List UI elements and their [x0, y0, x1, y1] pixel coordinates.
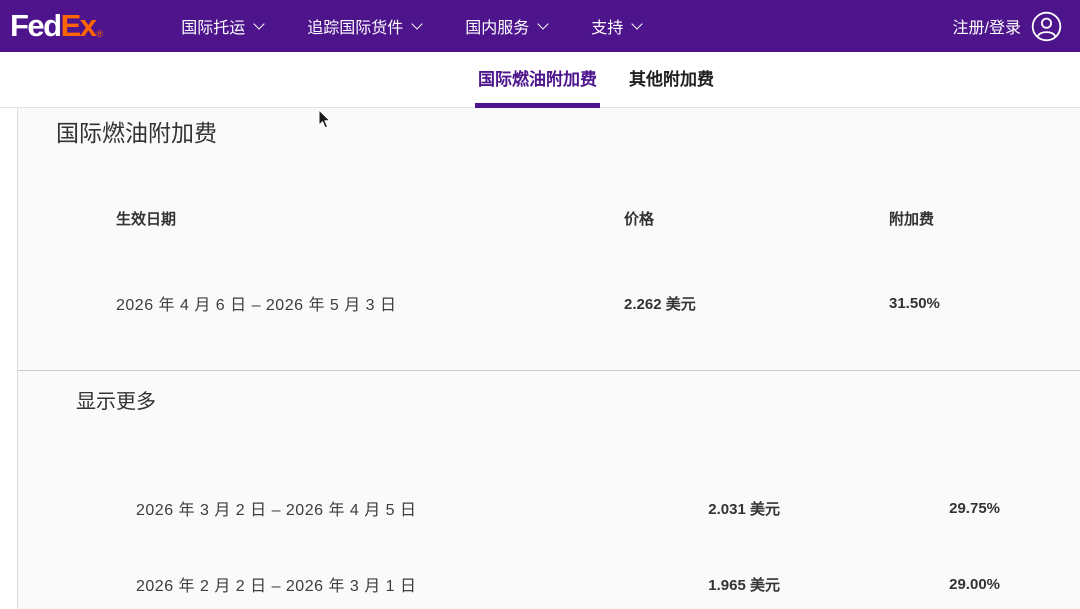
effective-date-value: 2026 年 3 月 2 日 – 2026 年 4 月 5 日: [136, 496, 560, 520]
column-header-price: 价格: [624, 208, 889, 229]
nav-item-label: 国际托运: [181, 14, 245, 38]
page-title: 国际燃油附加费: [56, 116, 1080, 150]
fedex-surcharge-page: Fed Ex ® 国际托运 追踪国际货件 国内服务 支持 注册/登录: [0, 0, 1080, 609]
effective-date-value: 2026 年 4 月 6 日 – 2026 年 5 月 3 日: [116, 291, 624, 315]
surcharge-value: 29.00%: [780, 576, 1000, 593]
logo-fed: Fed: [10, 9, 61, 43]
section-divider: [18, 370, 1080, 371]
main-nav: 国际托运 追踪国际货件 国内服务 支持: [181, 14, 641, 38]
price-value: 2.262 美元: [624, 293, 889, 314]
account-icon[interactable]: [1031, 11, 1062, 42]
chevron-down-icon: [538, 18, 549, 29]
column-header-surcharge: 附加费: [889, 208, 1080, 229]
chevron-down-icon: [412, 18, 423, 29]
chevron-down-icon: [254, 18, 265, 29]
show-more-toggle[interactable]: 显示更多: [76, 389, 156, 416]
nav-right: 注册/登录: [953, 11, 1062, 42]
logo-ex: Ex: [61, 9, 96, 43]
register-login-link[interactable]: 注册/登录: [953, 14, 1021, 38]
column-header-effective-date: 生效日期: [116, 208, 624, 229]
table-row-history: 2026 年 2 月 2 日 – 2026 年 3 月 1 日 1.965 美元…: [18, 572, 1080, 596]
price-value: 1.965 美元: [560, 574, 780, 595]
table-row-current: 2026 年 4 月 6 日 – 2026 年 5 月 3 日 2.262 美元…: [18, 291, 1080, 315]
nav-item-label: 追踪国际货件: [307, 14, 403, 38]
nav-item-support[interactable]: 支持: [591, 14, 641, 38]
tab-other-surcharges[interactable]: 其他附加费: [626, 52, 717, 108]
tab-label: 国际燃油附加费: [478, 65, 597, 90]
fedex-logo[interactable]: Fed Ex ®: [10, 9, 103, 43]
surcharge-value: 29.75%: [780, 500, 1000, 517]
nav-item-label: 国内服务: [465, 14, 529, 38]
nav-item-domestic-services[interactable]: 国内服务: [465, 14, 547, 38]
table-row-history: 2026 年 3 月 2 日 – 2026 年 4 月 5 日 2.031 美元…: [18, 496, 1080, 520]
nav-item-international-shipping[interactable]: 国际托运: [181, 14, 263, 38]
nav-item-track-international-shipment[interactable]: 追踪国际货件: [307, 14, 421, 38]
top-navbar: Fed Ex ® 国际托运 追踪国际货件 国内服务 支持 注册/登录: [0, 0, 1080, 52]
surcharge-value: 31.50%: [889, 295, 1080, 312]
tab-international-fuel-surcharge[interactable]: 国际燃油附加费: [475, 52, 600, 108]
price-value: 2.031 美元: [560, 498, 780, 519]
tab-label: 其他附加费: [629, 65, 714, 90]
logo-registered-mark: ®: [97, 29, 104, 39]
effective-date-value: 2026 年 2 月 2 日 – 2026 年 3 月 1 日: [136, 572, 560, 596]
rate-table-header-row: 生效日期 价格 附加费: [18, 208, 1080, 229]
chevron-down-icon: [632, 18, 643, 29]
surcharge-subnav: 国际燃油附加费 其他附加费: [0, 52, 1080, 108]
nav-item-label: 支持: [591, 14, 623, 38]
subnav-tabs: 国际燃油附加费 其他附加费: [475, 52, 717, 107]
content-panel: 国际燃油附加费 生效日期 价格 附加费 2026 年 4 月 6 日 – 202…: [17, 108, 1080, 609]
